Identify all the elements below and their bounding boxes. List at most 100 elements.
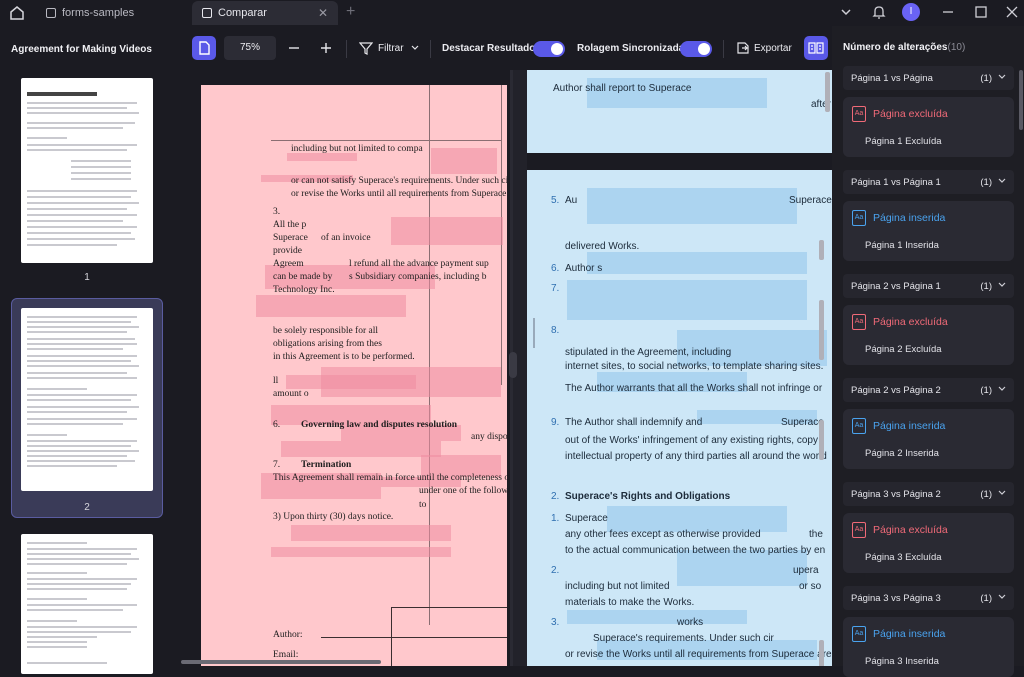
changes-scrollbar[interactable] <box>1019 70 1023 130</box>
maximize-icon[interactable] <box>975 6 987 18</box>
original-document-page[interactable]: including but not limited to compa or ca… <box>201 85 507 666</box>
deleted-page-card[interactable]: Aa Página excluída Página 3 Excluída <box>843 513 1014 573</box>
new-tab-button[interactable]: + <box>346 3 355 21</box>
doc-line: The Author shall indemnify and <box>565 417 703 428</box>
page-thumbnail-3[interactable] <box>21 534 153 674</box>
document-compare-area[interactable]: including but not limited to compa or ca… <box>176 70 832 666</box>
tab-comparar[interactable]: Comparar ✕ <box>192 1 338 25</box>
export-icon[interactable] <box>736 41 750 55</box>
revised-document-page[interactable]: 5. Au Superace delivered Works. 6. Autho… <box>527 170 832 666</box>
doc-line: s Subsidiary companies, including b <box>349 272 487 282</box>
doc-line: 3) Upon thirty (30) days notice. <box>273 512 394 522</box>
changes-title: Número de alterações(10) <box>843 42 966 53</box>
document-icon <box>199 41 210 55</box>
doc-line: of an invoice <box>321 233 371 243</box>
sync-scroll-toggle[interactable] <box>680 41 712 57</box>
chevron-down-icon[interactable] <box>998 279 1006 291</box>
close-window-icon[interactable] <box>1006 6 1018 18</box>
change-group-label: Página 3 vs Página 2 <box>851 489 941 500</box>
doc-line: amount o <box>273 389 309 399</box>
chevron-down-icon[interactable] <box>411 45 419 51</box>
filter-icon[interactable] <box>359 41 373 55</box>
avatar[interactable]: I <box>902 3 920 21</box>
highlight-results-label: Destacar Resultado <box>442 43 536 54</box>
toolbar-divider <box>430 40 431 58</box>
filter-button[interactable]: Filtrar <box>378 43 404 54</box>
doc-line: can be made by <box>273 272 333 282</box>
doc-line: in this Agreement is to be performed. <box>273 352 415 362</box>
home-icon[interactable] <box>8 4 26 22</box>
doc-line: the <box>809 529 823 540</box>
list-number: 2. <box>551 565 560 576</box>
change-group-header[interactable]: Página 3 vs Página 3 (1) <box>843 586 1014 610</box>
change-group-count: (1) <box>980 281 992 292</box>
change-group-header[interactable]: Página 2 vs Página 1 (1) <box>843 274 1014 298</box>
deleted-page-card[interactable]: Aa Página excluída Página 2 Excluída <box>843 305 1014 365</box>
doc-line: Superace <box>789 195 832 206</box>
chevron-down-icon[interactable] <box>998 487 1006 499</box>
change-detail-label: Página 3 Excluída <box>865 552 942 563</box>
doc-line: stipulated in the Agreement, including <box>565 347 732 358</box>
document-title: Agreement for Making Videos <box>11 44 152 55</box>
toolbar-divider <box>346 40 347 58</box>
doc-line: or revise the Works until all requiremen… <box>291 189 507 199</box>
bell-icon[interactable] <box>872 4 886 20</box>
doc-line: Technology Inc. <box>273 285 335 295</box>
revised-document-page-top[interactable]: Author shall report to Superace after <box>527 70 832 153</box>
list-number: 9. <box>551 417 560 428</box>
doc-line: out of the Works' infringement of any ex… <box>565 435 818 446</box>
doc-line: Superace <box>565 513 608 524</box>
change-group-label: Página 1 vs Página <box>851 73 933 84</box>
page-number-2: 2 <box>84 502 90 513</box>
inserted-page-card[interactable]: Aa Página inserida Página 1 Inserida <box>843 201 1014 261</box>
change-detail-label: Página 1 Excluída <box>865 136 942 147</box>
export-button[interactable]: Exportar <box>754 43 792 54</box>
thumbnail-sidebar: Agreement for Making Videos 1 2 <box>0 26 176 674</box>
doc-line: any other fees except as otherwise provi… <box>565 529 761 540</box>
highlight-results-toggle[interactable] <box>533 41 565 57</box>
chevron-down-icon[interactable] <box>840 7 852 17</box>
change-group-header[interactable]: Página 1 vs Página (1) <box>843 66 1014 90</box>
page-thumbnail-1[interactable] <box>21 78 153 263</box>
book-icon <box>808 42 824 54</box>
title-bar: forms-samples Comparar ✕ + I <box>0 0 1024 26</box>
doc-line: Agreem <box>273 259 304 269</box>
side-by-side-view-button[interactable] <box>804 36 828 60</box>
zoom-out-icon[interactable] <box>288 43 300 53</box>
doc-line: Superace <box>781 417 824 428</box>
doc-line: or revise the Works until all requiremen… <box>565 649 832 660</box>
doc-line: Superace's requirements. Under such cir <box>593 633 774 644</box>
minimize-icon[interactable] <box>942 6 954 18</box>
change-group-count: (1) <box>980 385 992 396</box>
chevron-down-icon[interactable] <box>998 591 1006 603</box>
list-number: 2. <box>551 491 560 502</box>
zoom-in-icon[interactable] <box>320 42 332 54</box>
chevron-down-icon[interactable] <box>998 71 1006 83</box>
doc-line: provide <box>273 246 303 256</box>
chevron-down-icon[interactable] <box>998 383 1006 395</box>
page-inserted-icon: Aa <box>852 626 866 642</box>
doc-line: All the p <box>273 220 307 230</box>
inserted-page-card[interactable]: Aa Página inserida Página 3 Inserida <box>843 617 1014 677</box>
change-group-label: Página 3 vs Página 3 <box>851 593 941 604</box>
doc-heading: Governing law and disputes resolution <box>301 420 458 430</box>
change-type-label: Página inserida <box>873 212 946 224</box>
change-group-header[interactable]: Página 2 vs Página 2 (1) <box>843 378 1014 402</box>
change-group-header[interactable]: Página 3 vs Página 2 (1) <box>843 482 1014 506</box>
chevron-down-icon[interactable] <box>998 175 1006 187</box>
doc-line: 7. <box>273 460 281 470</box>
tab-label: Comparar <box>218 7 267 19</box>
deleted-page-card[interactable]: Aa Página excluída Página 1 Excluída <box>843 97 1014 157</box>
change-group-header[interactable]: Página 1 vs Página 1 (1) <box>843 170 1014 194</box>
zoom-level-input[interactable]: 75% <box>224 36 276 60</box>
tab-forms-samples[interactable]: forms-samples <box>36 1 186 25</box>
document-view-button[interactable] <box>192 36 216 60</box>
page-thumbnail-2[interactable] <box>21 308 153 491</box>
close-tab-icon[interactable]: ✕ <box>318 6 328 20</box>
horizontal-scrollbar[interactable] <box>181 660 381 664</box>
pane-resize-handle[interactable] <box>509 352 517 378</box>
change-type-label: Página inserida <box>873 420 946 432</box>
list-number: 8. <box>551 325 560 336</box>
inserted-page-card[interactable]: Aa Página inserida Página 2 Inserida <box>843 409 1014 469</box>
doc-line: or can not satisfy Superace's requiremen… <box>291 176 507 186</box>
